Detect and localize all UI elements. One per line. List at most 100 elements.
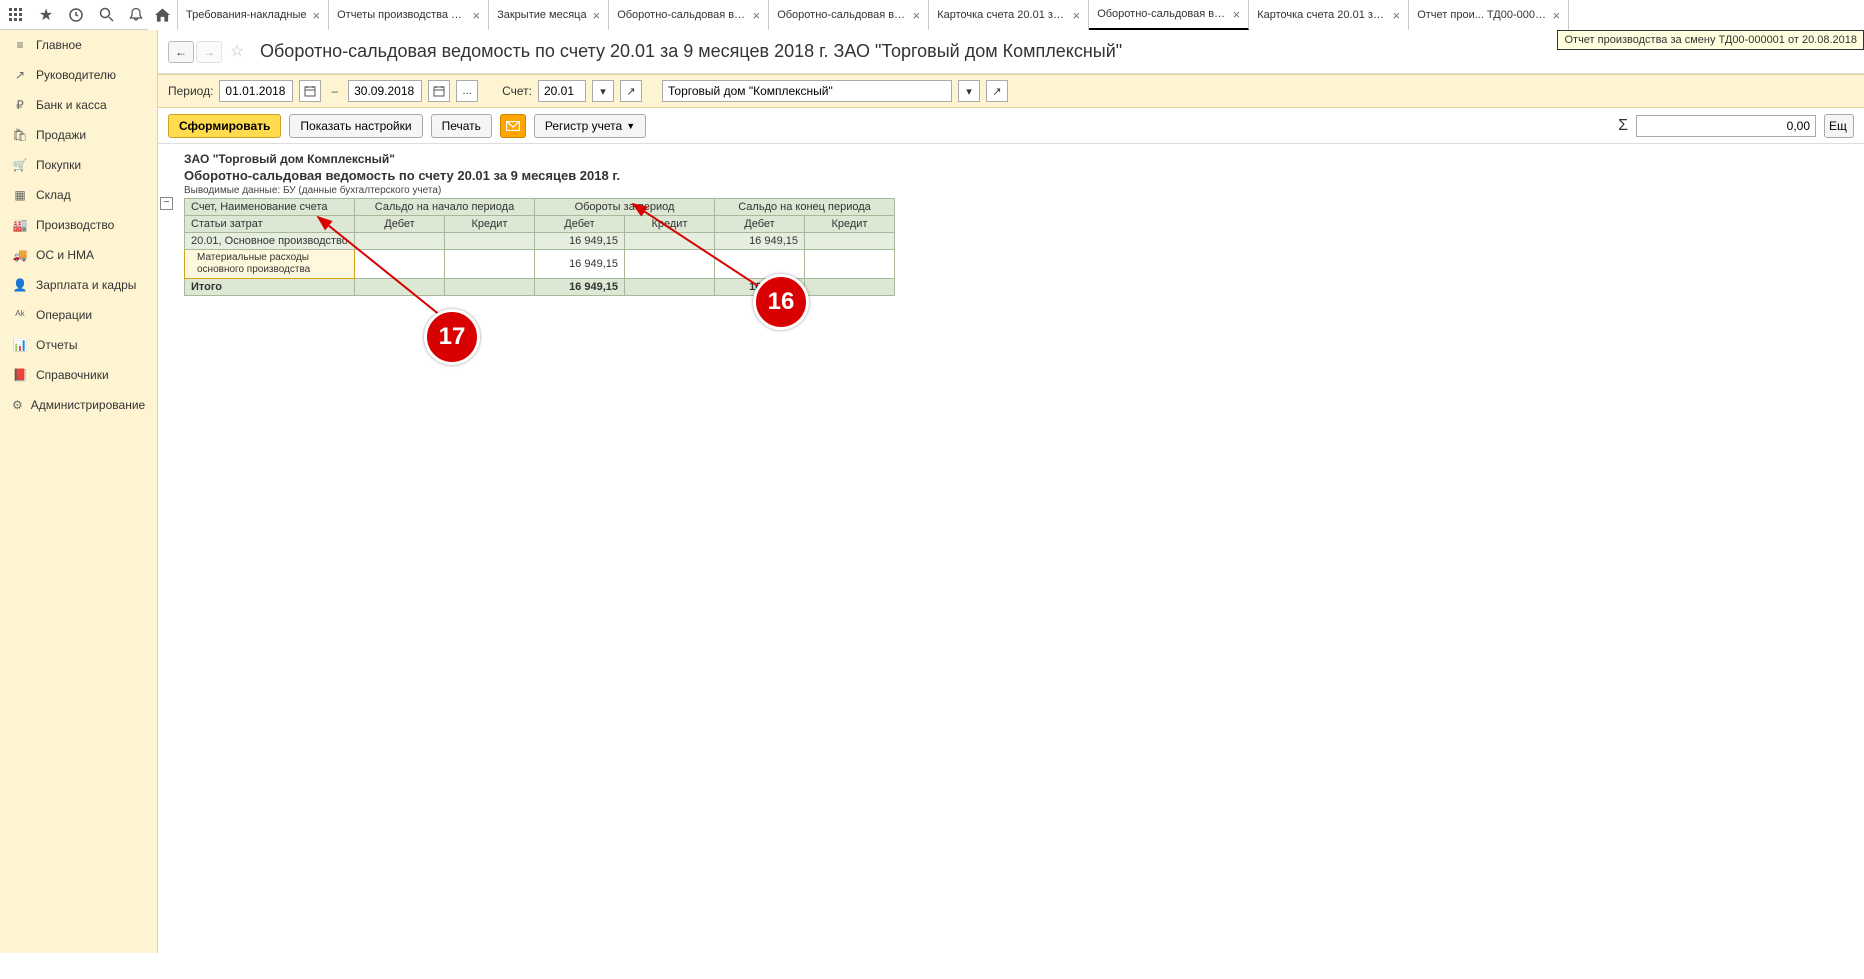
account-input[interactable]: [538, 80, 586, 102]
sidebar-item[interactable]: ⚙ Администрирование: [0, 390, 157, 420]
tab[interactable]: Оборотно-сальдовая ве...×: [769, 0, 929, 30]
cell-account: 20.01, Основное производство: [185, 233, 355, 250]
sidebar-item[interactable]: 🛒Покупки: [0, 150, 157, 180]
action-bar: Сформировать Показать настройки Печать Р…: [158, 108, 1864, 144]
history-icon[interactable]: [66, 5, 86, 25]
th-account: Счет, Наименование счета: [185, 199, 355, 216]
tab-label: Закрытие месяца: [497, 9, 587, 21]
close-icon[interactable]: ×: [313, 8, 321, 23]
tab[interactable]: Оборотно-сальдовая ве...×: [1089, 0, 1249, 30]
report-table: Счет, Наименование счета Сальдо на начал…: [184, 198, 895, 296]
callout-17: 17: [424, 309, 480, 365]
date-from-input[interactable]: [219, 80, 293, 102]
sidebar-icon: 📊: [12, 337, 28, 353]
tab[interactable]: Требования-накладные ×: [178, 0, 329, 30]
print-button[interactable]: Печать: [431, 114, 492, 138]
sidebar-item[interactable]: 🏭Производство: [0, 210, 157, 240]
sidebar-item[interactable]: ↗Руководителю: [0, 60, 157, 90]
sidebar-item[interactable]: ᴬᵏОперации: [0, 300, 157, 330]
sidebar-item[interactable]: 🚚ОС и НМА: [0, 240, 157, 270]
close-icon[interactable]: ×: [593, 8, 601, 23]
more-button[interactable]: Ещ: [1824, 114, 1854, 138]
sidebar-item[interactable]: ≡Главное: [0, 30, 157, 60]
tab-label: Требования-накладные: [186, 9, 307, 21]
page-title: Оборотно-сальдовая ведомость по счету 20…: [260, 41, 1122, 62]
close-icon[interactable]: ×: [753, 8, 761, 23]
tab[interactable]: Карточка счета 20.01 за...×: [929, 0, 1089, 30]
org-dropdown-icon[interactable]: ▾: [958, 80, 980, 102]
tab[interactable]: Закрытие месяца ×: [489, 0, 609, 30]
close-icon[interactable]: ×: [1393, 8, 1401, 23]
cell-value: 16 949,15: [535, 233, 625, 250]
sidebar-item[interactable]: ▦Склад: [0, 180, 157, 210]
tab-label: Карточка счета 20.01 за...: [1257, 9, 1386, 21]
search-icon[interactable]: [96, 5, 116, 25]
tab-label: Отчеты производства за...: [337, 9, 466, 21]
sidebar-item-label: Справочники: [36, 368, 109, 382]
th-close-credit: Кредит: [805, 216, 895, 233]
apps-icon[interactable]: [6, 5, 26, 25]
tab[interactable]: Оборотно-сальдовая ве... ×: [609, 0, 769, 30]
cell-value: 16 949,15: [715, 233, 805, 250]
bell-icon[interactable]: [126, 5, 146, 25]
organization-input[interactable]: [662, 80, 952, 102]
table-row[interactable]: 20.01, Основное производство 16 949,15 1…: [185, 233, 895, 250]
th-closing: Сальдо на конец периода: [715, 199, 895, 216]
sidebar-item[interactable]: 🛍Продажи: [0, 120, 157, 150]
sidebar: ≡Главное↗Руководителю₽Банк и касса🛍Прода…: [0, 30, 158, 953]
sidebar-item-label: Покупки: [36, 158, 81, 172]
sidebar-item[interactable]: 📕 Справочники: [0, 360, 157, 390]
period-label: Период:: [168, 84, 213, 98]
sidebar-item-label: Продажи: [36, 128, 86, 142]
report-org: ЗАО "Торговый дом Комплексный": [184, 152, 1856, 166]
sidebar-icon: ⚙: [12, 397, 23, 413]
account-dropdown-icon[interactable]: ▾: [592, 80, 614, 102]
cell-value: 16 949,15: [715, 279, 805, 296]
star-icon[interactable]: ★: [36, 5, 56, 25]
table-row-total: Итого 16 949,15 16 949,15: [185, 279, 895, 296]
tab[interactable]: Отчеты производства за... ×: [329, 0, 489, 30]
close-icon[interactable]: ×: [473, 8, 481, 23]
period-more-button[interactable]: ...: [456, 80, 478, 102]
sidebar-item[interactable]: 📊Отчеты: [0, 330, 157, 360]
sidebar-icon: 📕: [12, 367, 28, 383]
sidebar-item[interactable]: 👤 Зарплата и кадры: [0, 270, 157, 300]
tab-label: Оборотно-сальдовая ве...: [617, 9, 746, 21]
account-open-icon[interactable]: ↗: [620, 80, 642, 102]
tabs-bar: Требования-накладные×Отчеты производства…: [148, 0, 1864, 30]
email-button[interactable]: [500, 114, 526, 138]
favorite-star-icon[interactable]: ☆: [230, 41, 252, 63]
sidebar-icon: 👤: [12, 277, 28, 293]
show-settings-button[interactable]: Показать настройки: [289, 114, 422, 138]
cell-value: 16 949,15: [535, 250, 625, 279]
sidebar-item-label: Зарплата и кадры: [36, 278, 136, 292]
generate-button[interactable]: Сформировать: [168, 114, 281, 138]
collapse-button[interactable]: −: [160, 197, 173, 210]
tab-label: Отчет прои... ТД00-000001: [1417, 9, 1546, 21]
th-items: Статьи затрат: [185, 216, 355, 233]
sum-input[interactable]: [1636, 115, 1816, 137]
nav-forward-button[interactable]: →: [196, 41, 222, 63]
close-icon[interactable]: ×: [1553, 8, 1561, 23]
tab[interactable]: Отчет прои... ТД00-000001 ×: [1409, 0, 1569, 30]
th-turn-debit: Дебет: [535, 216, 625, 233]
tab-home[interactable]: [148, 0, 178, 30]
date-to-input[interactable]: [348, 80, 422, 102]
sidebar-icon: 🏭: [12, 217, 28, 233]
main-area: Отчет производства за смену ТД00-000001 …: [158, 30, 1864, 953]
close-icon[interactable]: ×: [1073, 8, 1081, 23]
calendar-from-icon[interactable]: [299, 80, 321, 102]
sidebar-icon: 🚚: [12, 247, 28, 263]
close-icon[interactable]: ×: [1233, 7, 1241, 22]
register-button[interactable]: Регистр учета ▼: [534, 114, 646, 138]
th-turn-credit: Кредит: [625, 216, 715, 233]
sidebar-item[interactable]: ₽Банк и касса: [0, 90, 157, 120]
table-row[interactable]: Материальные расходы основного производс…: [185, 250, 895, 279]
sidebar-item-label: Администрирование: [31, 398, 145, 412]
nav-back-button[interactable]: ←: [168, 41, 194, 63]
th-open-credit: Кредит: [445, 216, 535, 233]
close-icon[interactable]: ×: [913, 8, 921, 23]
calendar-to-icon[interactable]: [428, 80, 450, 102]
tab[interactable]: Карточка счета 20.01 за... ×: [1249, 0, 1409, 30]
org-open-icon[interactable]: ↗: [986, 80, 1008, 102]
